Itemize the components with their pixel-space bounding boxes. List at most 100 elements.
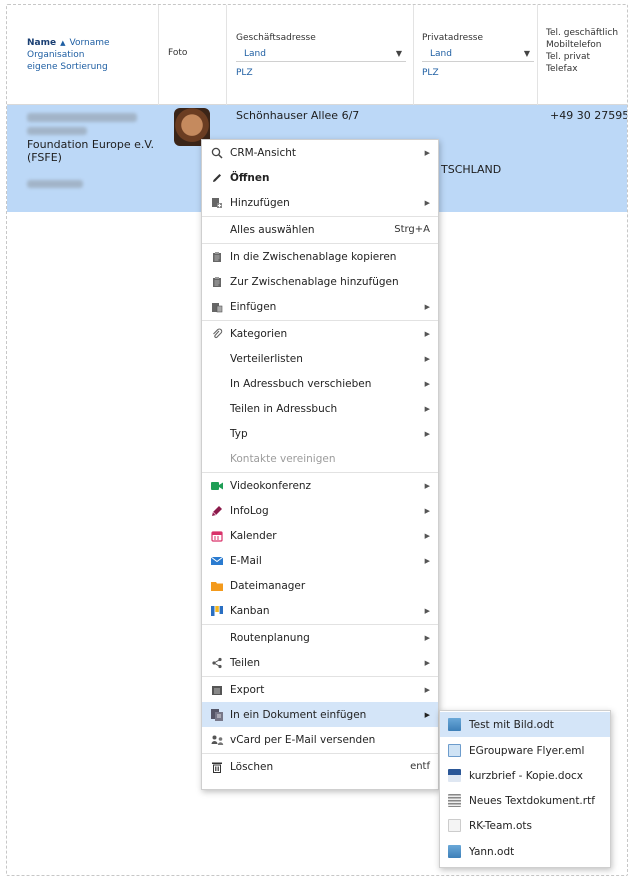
- menu-item-kategorien[interactable]: Kategorien ▶: [202, 321, 438, 346]
- header-mobiltelefon-label: Mobiltelefon: [546, 40, 602, 50]
- docx-file-icon: [448, 769, 461, 782]
- column-header-geschaeftsadresse[interactable]: Geschäftsadresse Land ▼ PLZ: [227, 5, 414, 105]
- menu-item-hinzufuegen[interactable]: Hinzufügen ▶: [202, 190, 438, 215]
- menu-item-zwischenablage-hinzufuegen[interactable]: Zur Zwischenablage hinzufügen: [202, 269, 438, 294]
- header-sortierung-label[interactable]: eigene Sortierung: [27, 61, 110, 73]
- menu-item-email[interactable]: E-Mail ▶: [202, 548, 438, 573]
- column-header-name[interactable]: Name ▲ Vorname Organisation eigene Sortier…: [7, 5, 159, 105]
- chevron-right-icon: ▶: [424, 481, 430, 490]
- chevron-right-icon: ▶: [424, 198, 430, 207]
- menu-item-shortcut: entf: [410, 761, 430, 772]
- paperclip-icon: [210, 327, 224, 341]
- menu-item-label: Kanban: [230, 604, 270, 617]
- column-header-foto[interactable]: Foto: [159, 5, 227, 105]
- menu-item-infolog[interactable]: InfoLog ▶: [202, 498, 438, 523]
- header-vorname-label[interactable]: Vorname: [69, 38, 109, 48]
- header-plz-label[interactable]: PLZ: [236, 67, 253, 79]
- menu-item-label: Export: [230, 683, 265, 696]
- menu-item-teilen-adressbuch[interactable]: Teilen in Adressbuch ▶: [202, 396, 438, 421]
- menu-item-kontakte-vereinigen: Kontakte vereinigen: [202, 446, 438, 471]
- phone-business[interactable]: +49 30 27595: [550, 109, 627, 122]
- clipboard-add-icon: [210, 275, 224, 289]
- menu-item-crm-ansicht[interactable]: CRM-Ansicht ▶: [202, 140, 438, 165]
- header-tel-geschaeftlich-label: Tel. geschäftlich: [546, 28, 619, 38]
- menu-item-einfuegen[interactable]: Einfügen ▶: [202, 294, 438, 319]
- submenu-item-label: RK-Team.ots: [469, 819, 533, 832]
- submenu-item-label: Neues Textdokument.rtf: [469, 794, 595, 807]
- menu-item-verteilerlisten[interactable]: Verteilerlisten ▶: [202, 346, 438, 371]
- header-privatadresse-label: Privatadresse: [422, 33, 484, 43]
- menu-item-alles-auswaehlen[interactable]: Alles auswählen Strg+A: [202, 217, 438, 242]
- vcard-icon: [210, 733, 224, 747]
- header-geschaeftsadresse-label: Geschäftsadresse: [236, 33, 316, 43]
- menu-item-label: Dateimanager: [230, 579, 306, 592]
- menu-item-teilen[interactable]: Teilen ▶: [202, 650, 438, 675]
- menu-item-adressbuch-verschieben[interactable]: In Adressbuch verschieben ▶: [202, 371, 438, 396]
- header-organisation-label[interactable]: Organisation: [27, 49, 110, 61]
- submenu-item-label: Yann.odt: [469, 845, 515, 858]
- menu-item-label: Verteilerlisten: [230, 352, 303, 365]
- submenu-item-document[interactable]: EGroupware Flyer.eml: [440, 738, 610, 763]
- chevron-right-icon: ▶: [424, 685, 430, 694]
- menu-item-label: Typ: [230, 427, 248, 440]
- infolog-icon: [210, 504, 224, 518]
- menu-item-label: vCard per E-Mail versenden: [230, 733, 376, 746]
- header-tel-privat-label: Tel. privat: [546, 52, 591, 62]
- header-plz-private-label[interactable]: PLZ: [422, 67, 439, 79]
- submenu-item-document[interactable]: kurzbrief - Kopie.docx: [440, 763, 610, 788]
- chevron-right-icon: ▶: [424, 379, 430, 388]
- land-filter-value: Land: [244, 49, 266, 59]
- chevron-right-icon: ▶: [424, 354, 430, 363]
- menu-item-export[interactable]: Export ▶: [202, 677, 438, 702]
- redacted-title: [27, 127, 87, 135]
- menu-item-dokument-einfuegen[interactable]: In ein Dokument einfügen ▶: [202, 702, 438, 727]
- menu-item-label: Kalender: [230, 529, 277, 542]
- submenu-item-document[interactable]: Neues Textdokument.rtf: [440, 788, 610, 813]
- land-filter-select-private[interactable]: Land ▼: [422, 47, 534, 62]
- land-filter-select[interactable]: Land ▼: [236, 47, 406, 62]
- menu-item-label: Einfügen: [230, 300, 277, 313]
- eml-file-icon: [448, 744, 461, 757]
- chevron-right-icon: ▶: [424, 633, 430, 642]
- submenu-item-label: EGroupware Flyer.eml: [469, 744, 585, 757]
- chevron-right-icon: ▶: [424, 302, 430, 311]
- add-document-icon: [210, 196, 224, 210]
- chevron-down-icon: ▼: [395, 49, 402, 58]
- menu-item-loeschen[interactable]: Löschen entf: [202, 754, 438, 779]
- paste-icon: [210, 300, 224, 314]
- menu-item-videokonferenz[interactable]: Videokonferenz ▶: [202, 473, 438, 498]
- sort-name[interactable]: Name ▲ Vorname: [27, 38, 110, 48]
- menu-item-typ[interactable]: Typ ▶: [202, 421, 438, 446]
- submenu-item-document[interactable]: RK-Team.ots: [440, 813, 610, 838]
- menu-item-vcard-versenden[interactable]: vCard per E-Mail versenden: [202, 727, 438, 752]
- odt-file-icon: [448, 845, 461, 858]
- header-name-label[interactable]: Name: [27, 38, 56, 48]
- submenu-item-document[interactable]: Test mit Bild.odt: [440, 712, 610, 737]
- menu-item-label: Kategorien: [230, 327, 288, 340]
- column-header-privatadresse[interactable]: Privatadresse Land ▼ PLZ: [414, 5, 538, 105]
- land-filter-value-private: Land: [430, 49, 452, 59]
- menu-item-label: In ein Dokument einfügen: [230, 708, 367, 721]
- menu-item-kanban[interactable]: Kanban ▶: [202, 598, 438, 623]
- chevron-right-icon: ▶: [424, 658, 430, 667]
- header-foto-label: Foto: [168, 48, 188, 58]
- menu-item-kopieren[interactable]: In die Zwischenablage kopieren: [202, 244, 438, 269]
- chevron-right-icon: ▶: [424, 710, 430, 719]
- menu-item-oeffnen[interactable]: Öffnen: [202, 165, 438, 190]
- menu-item-label: InfoLog: [230, 504, 269, 517]
- chevron-right-icon: ▶: [424, 429, 430, 438]
- menu-item-label: Zur Zwischenablage hinzufügen: [230, 275, 399, 288]
- menu-item-routenplanung[interactable]: Routenplanung ▶: [202, 625, 438, 650]
- menu-item-label: Videokonferenz: [230, 479, 312, 492]
- chevron-right-icon: ▶: [424, 556, 430, 565]
- merge-document-icon: [210, 708, 224, 722]
- column-header-telefon[interactable]: Tel. geschäftlich Mobiltelefon Tel. priv…: [538, 5, 627, 105]
- video-icon: [210, 479, 224, 493]
- rtf-file-icon: [448, 794, 461, 807]
- menu-item-dateimanager[interactable]: Dateimanager: [202, 573, 438, 598]
- menu-item-label: CRM-Ansicht: [230, 146, 297, 159]
- redacted-sortkey: [27, 180, 83, 188]
- submenu-item-document[interactable]: Yann.odt: [440, 839, 610, 864]
- menu-item-kalender[interactable]: Kalender ▶: [202, 523, 438, 548]
- header-telefax-label: Telefax: [546, 64, 578, 74]
